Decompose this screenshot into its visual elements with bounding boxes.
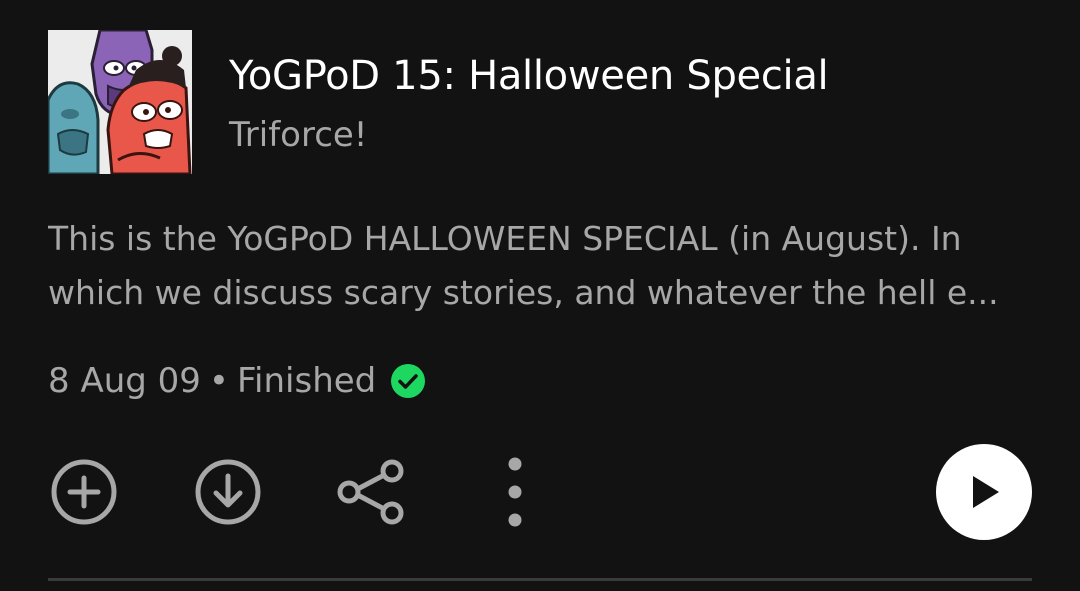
check-circle-icon [390, 363, 426, 399]
episode-meta: 8 Aug 09 • Finished [48, 358, 426, 404]
episode-row[interactable]: YoGPoD 15: Halloween Special Triforce! T… [0, 0, 1080, 591]
show-name[interactable]: Triforce! [229, 112, 367, 158]
share-icon [337, 459, 404, 525]
download-button[interactable] [192, 456, 264, 528]
played-status: Finished [236, 361, 377, 401]
artwork-illustration [48, 30, 192, 174]
meta-separator: • [208, 361, 229, 401]
more-options-button[interactable] [479, 456, 551, 528]
play-button[interactable] [936, 444, 1032, 540]
play-icon [973, 476, 999, 508]
episode-description: This is the YoGPoD HALLOWEEN SPECIAL (in… [48, 219, 999, 312]
episode-artwork [48, 30, 192, 174]
row-divider [48, 578, 1032, 581]
episode-title[interactable]: YoGPoD 15: Halloween Special [229, 50, 829, 102]
more-vertical-icon [508, 457, 522, 527]
add-to-library-button[interactable] [48, 456, 120, 528]
plus-circle-icon [51, 459, 117, 525]
download-circle-icon [195, 459, 261, 525]
share-button[interactable] [335, 456, 407, 528]
release-date: 8 Aug 09 [48, 361, 201, 401]
